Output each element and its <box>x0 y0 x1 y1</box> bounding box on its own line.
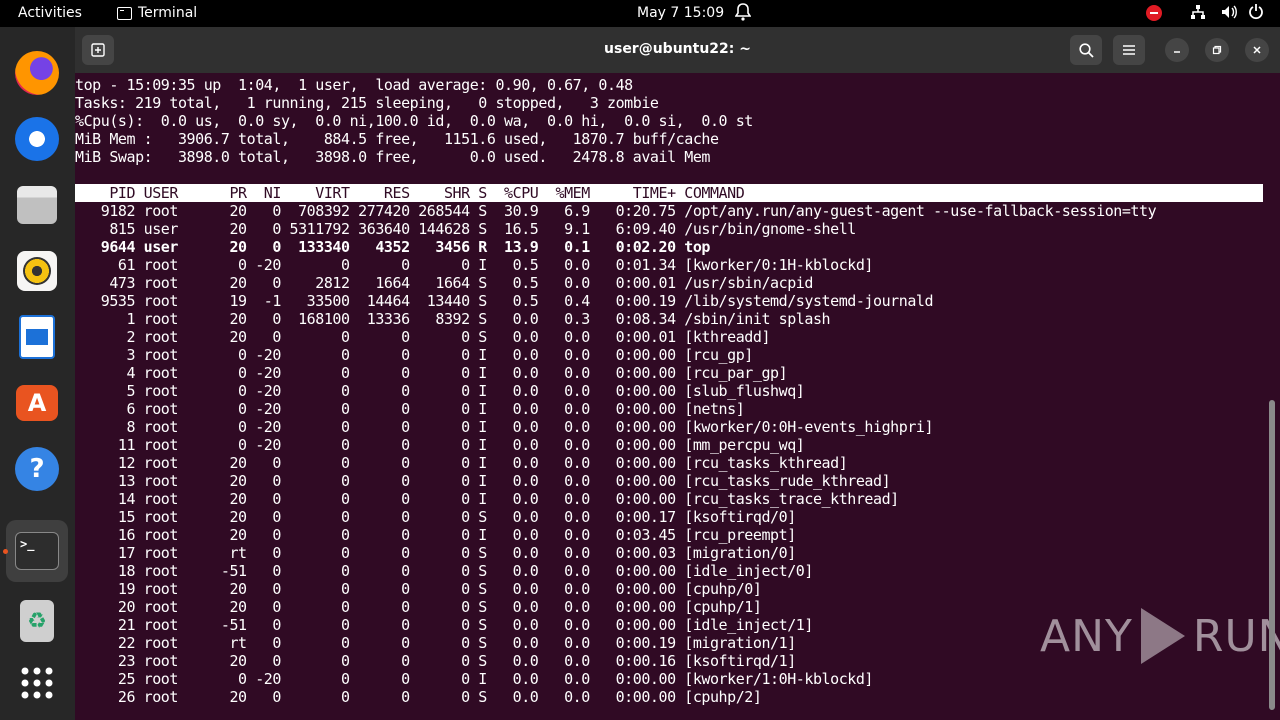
notification-bell-icon[interactable] <box>734 3 752 25</box>
close-button[interactable] <box>1245 38 1269 62</box>
process-row: 473 root 20 0 2812 1664 1664 S 0.5 0.0 0… <box>75 274 813 292</box>
process-row: 25 root 0 -20 0 0 0 I 0.0 0.0 0:00.00 [k… <box>75 670 874 688</box>
watermark-right-text: RUN <box>1192 610 1280 662</box>
terminal-icon[interactable]: >_ <box>6 520 68 582</box>
dock: A ? >_ ♻ <box>0 27 75 720</box>
process-table-header: PID USER PR NI VIRT RES SHR S %CPU %MEM … <box>75 184 1263 202</box>
volume-icon[interactable] <box>1220 3 1238 25</box>
process-row: 2 root 20 0 0 0 0 S 0.0 0.0 0:00.01 [kth… <box>75 328 771 346</box>
running-indicator <box>3 549 8 554</box>
anyrun-watermark: ANY RUN <box>1040 608 1280 664</box>
app-center-icon[interactable]: A <box>11 377 63 429</box>
process-row: 3 root 0 -20 0 0 0 I 0.0 0.0 0:00.00 [rc… <box>75 346 753 364</box>
terminal-app-icon <box>117 6 132 20</box>
process-row: 13 root 20 0 0 0 0 I 0.0 0.0 0:00.00 [rc… <box>75 472 891 490</box>
top-bar: Activities Terminal May 7 15:09 <box>0 0 1280 27</box>
restore-icon <box>1212 45 1222 55</box>
process-row: 9535 root 19 -1 33500 14464 13440 S 0.5 … <box>75 292 934 310</box>
process-row: 26 root 20 0 0 0 0 S 0.0 0.0 0:00.00 [cp… <box>75 688 762 706</box>
process-row: 15 root 20 0 0 0 0 S 0.0 0.0 0:00.17 [ks… <box>75 508 796 526</box>
watermark-left-text: ANY <box>1040 610 1133 662</box>
firefox-icon[interactable] <box>11 47 63 99</box>
libreoffice-writer-icon[interactable] <box>11 311 63 363</box>
process-row: 1 root 20 0 168100 13336 8392 S 0.0 0.3 … <box>75 310 831 328</box>
minimize-button[interactable] <box>1165 38 1189 62</box>
process-row: 11 root 0 -20 0 0 0 I 0.0 0.0 0:00.00 [m… <box>75 436 805 454</box>
process-row: 815 user 20 0 5311792 363640 144628 S 16… <box>75 220 856 238</box>
process-row: 21 root -51 0 0 0 0 S 0.0 0.0 0:00.00 [i… <box>75 616 814 634</box>
terminal-scrollbar[interactable] <box>1269 400 1275 710</box>
top-uptime-line: top - 15:09:35 up 1:04, 1 user, load ave… <box>75 76 633 94</box>
process-row: 9644 user 20 0 133340 4352 3456 R 13.9 0… <box>75 238 711 256</box>
process-row: 5 root 0 -20 0 0 0 I 0.0 0.0 0:00.00 [sl… <box>75 382 805 400</box>
do-not-disturb-icon[interactable] <box>1146 5 1162 21</box>
show-apps-icon[interactable] <box>11 657 63 709</box>
power-icon[interactable] <box>1248 3 1264 25</box>
thunderbird-icon[interactable] <box>11 113 63 165</box>
process-row: 19 root 20 0 0 0 0 S 0.0 0.0 0:00.00 [cp… <box>75 580 762 598</box>
top-swap-line: MiB Swap: 3898.0 total, 3898.0 free, 0.0… <box>75 148 710 166</box>
top-mem-line: MiB Mem : 3906.7 total, 884.5 free, 1151… <box>75 130 719 148</box>
process-row: 23 root 20 0 0 0 0 S 0.0 0.0 0:00.16 [ks… <box>75 652 796 670</box>
process-row: 8 root 0 -20 0 0 0 I 0.0 0.0 0:00.00 [kw… <box>75 418 934 436</box>
process-row: 6 root 0 -20 0 0 0 I 0.0 0.0 0:00.00 [ne… <box>75 400 745 418</box>
process-row: 9182 root 20 0 708392 277420 268544 S 30… <box>75 202 1157 220</box>
process-row: 20 root 20 0 0 0 0 S 0.0 0.0 0:00.00 [cp… <box>75 598 762 616</box>
minimize-icon <box>1174 51 1180 53</box>
rhythmbox-icon[interactable] <box>11 245 63 297</box>
clock[interactable]: May 7 15:09 <box>637 5 724 21</box>
menu-button[interactable] <box>1113 35 1145 65</box>
top-cpu-line: %Cpu(s): 0.0 us, 0.0 sy, 0.0 ni,100.0 id… <box>75 112 753 130</box>
process-row: 18 root -51 0 0 0 0 S 0.0 0.0 0:00.00 [i… <box>75 562 814 580</box>
process-row: 16 root 20 0 0 0 0 I 0.0 0.0 0:03.45 [rc… <box>75 526 796 544</box>
trash-icon[interactable]: ♻ <box>11 595 63 647</box>
window-headerbar: user@ubuntu22: ~ <box>75 27 1280 73</box>
terminal-view[interactable]: top - 15:09:35 up 1:04, 1 user, load ave… <box>75 73 1280 720</box>
search-button[interactable] <box>1070 35 1102 65</box>
process-row: 4 root 0 -20 0 0 0 I 0.0 0.0 0:00.00 [rc… <box>75 364 788 382</box>
files-icon[interactable] <box>11 179 63 231</box>
process-row: 61 root 0 -20 0 0 0 I 0.5 0.0 0:01.34 [k… <box>75 256 874 274</box>
close-icon <box>1253 46 1261 54</box>
search-icon <box>1078 42 1094 58</box>
hamburger-icon <box>1123 45 1135 55</box>
help-icon[interactable]: ? <box>11 443 63 495</box>
app-menu[interactable]: Terminal <box>117 5 197 21</box>
maximize-button[interactable] <box>1205 38 1229 62</box>
play-logo-icon <box>1140 608 1185 664</box>
process-row: 17 root rt 0 0 0 0 S 0.0 0.0 0:00.03 [mi… <box>75 544 796 562</box>
top-tasks-line: Tasks: 219 total, 1 running, 215 sleepin… <box>75 94 659 112</box>
network-icon[interactable] <box>1190 4 1206 24</box>
process-row: 14 root 20 0 0 0 0 I 0.0 0.0 0:00.00 [rc… <box>75 490 899 508</box>
activities-button[interactable]: Activities <box>18 5 82 21</box>
process-row: 12 root 20 0 0 0 0 I 0.0 0.0 0:00.00 [rc… <box>75 454 848 472</box>
process-row: 22 root rt 0 0 0 0 S 0.0 0.0 0:00.19 [mi… <box>75 634 796 652</box>
app-menu-label: Terminal <box>138 5 198 21</box>
